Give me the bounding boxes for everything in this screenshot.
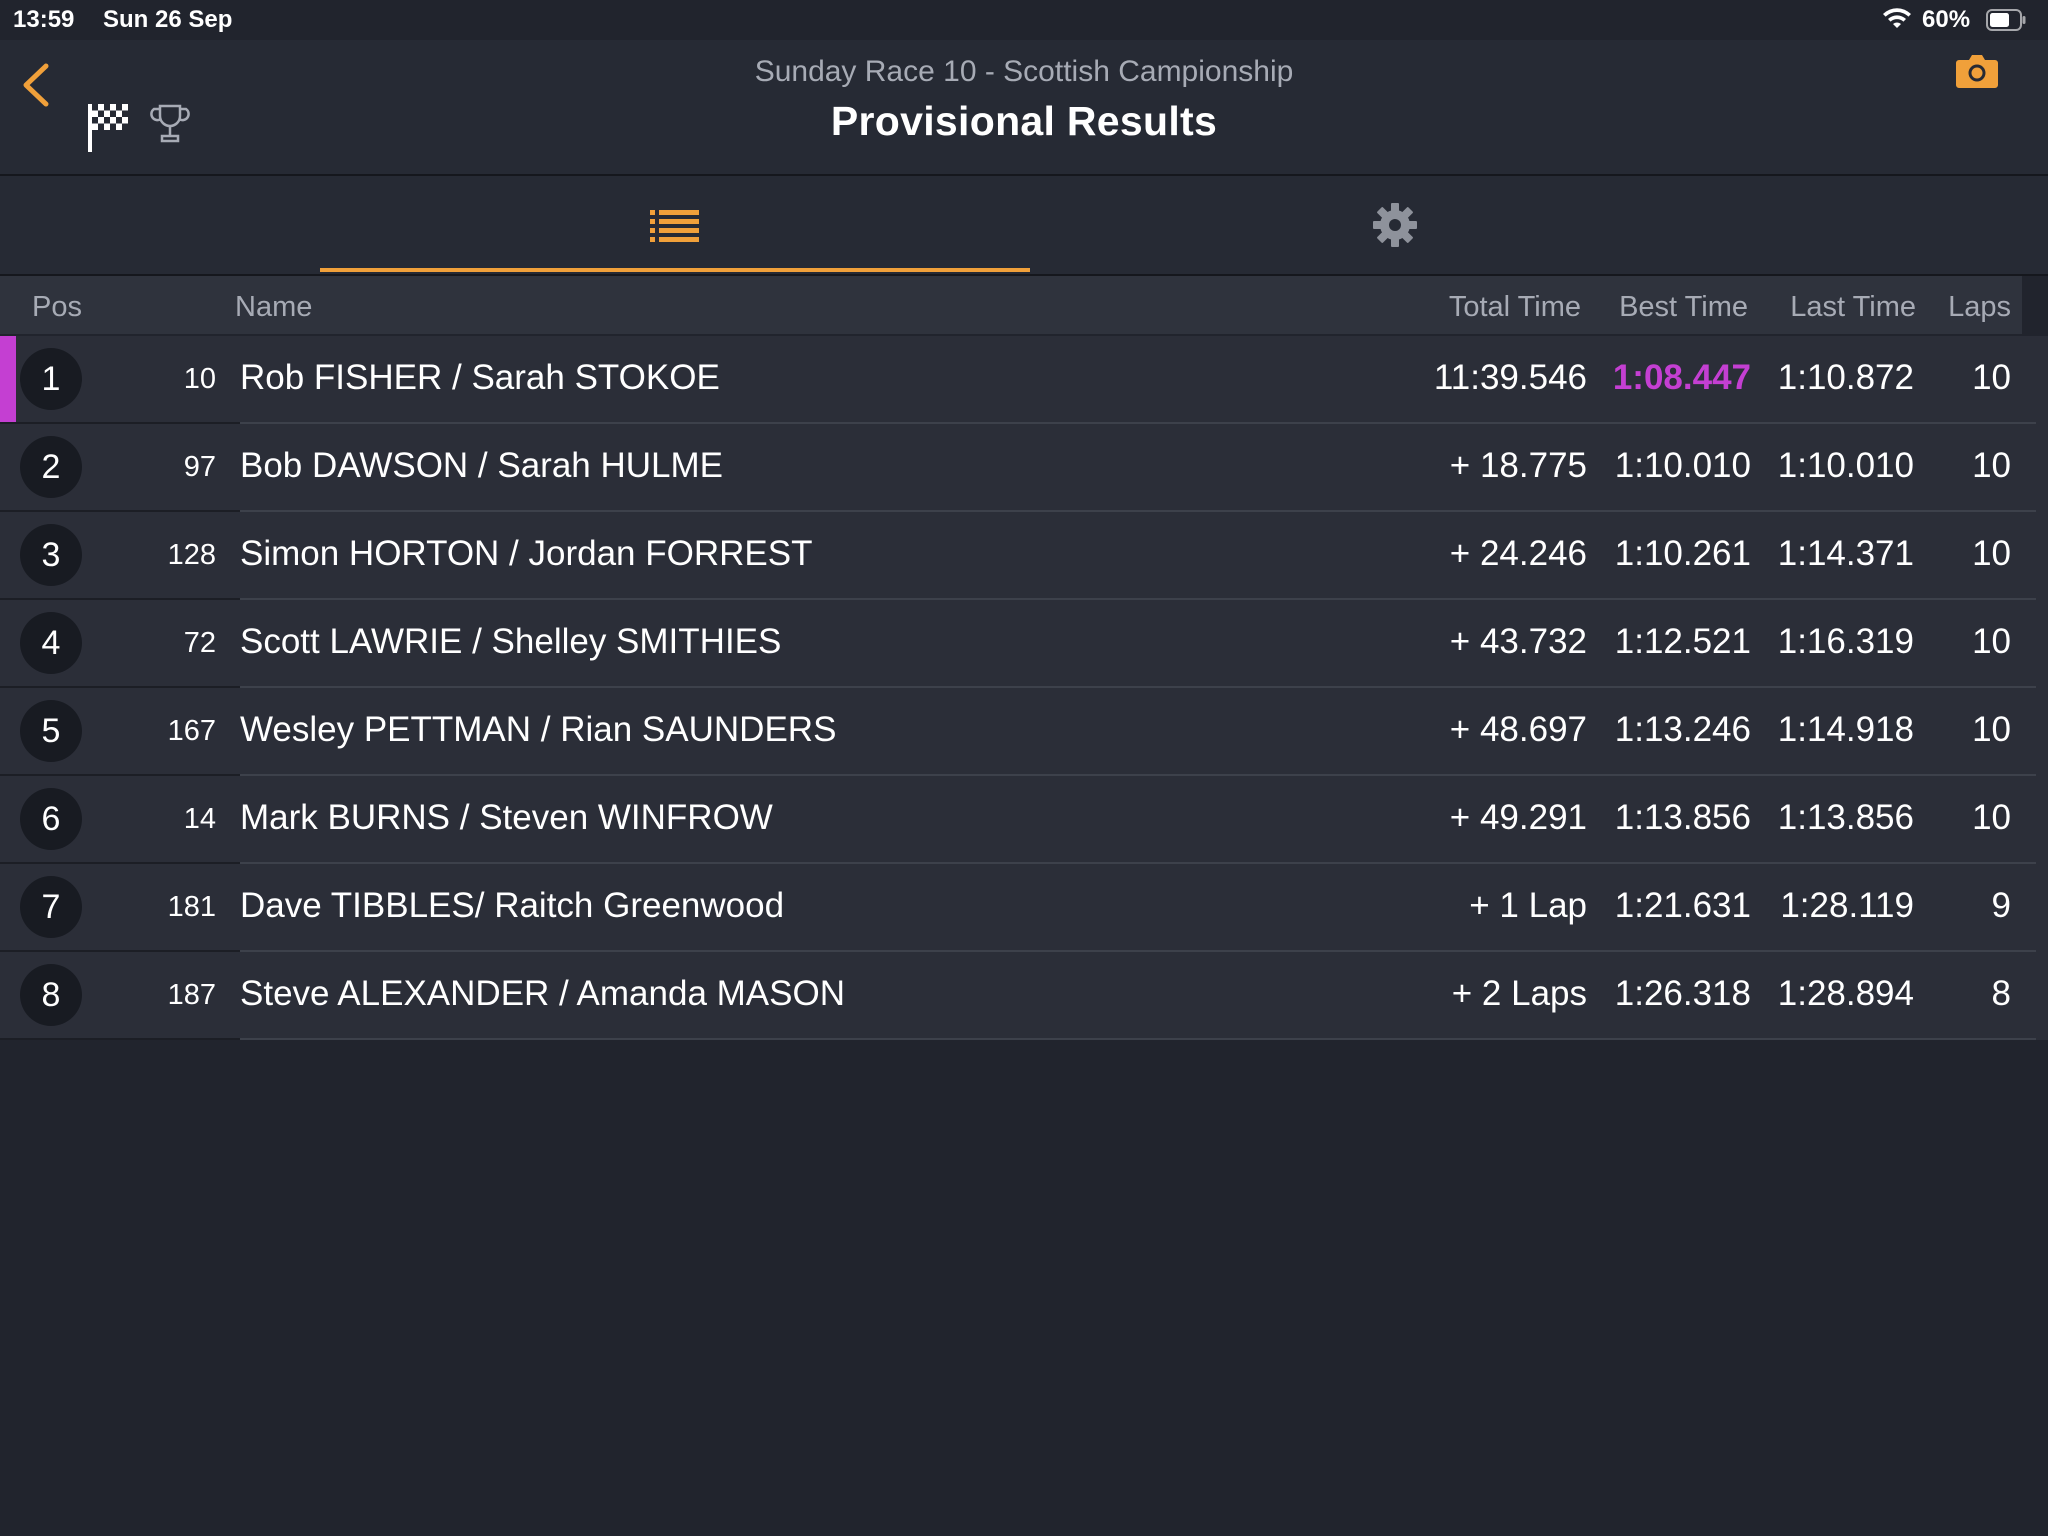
total-time: + 24.246 [1449,534,1587,573]
driver-names: Scott LAWRIE / Shelley SMITHIES [240,622,782,661]
position-badge: 8 [20,964,82,1026]
table-row[interactable]: 5 167 Wesley PETTMAN / Rian SAUNDERS + 4… [0,688,2048,776]
tab-bar [0,176,2048,276]
laps: 10 [1972,798,2011,837]
table-row[interactable]: 2 97 Bob DAWSON / Sarah HULME + 18.775 1… [0,424,2048,512]
row-divider [0,1038,240,1040]
row-divider [240,1038,2036,1040]
tab-settings[interactable] [1040,176,1750,274]
total-time: 11:39.546 [1433,358,1587,397]
driver-names: Simon HORTON / Jordan FORREST [240,534,813,573]
driver-names: Rob FISHER / Sarah STOKOE [240,358,720,397]
car-number: 14 [183,803,216,835]
best-time: 1:13.856 [1614,798,1751,837]
column-header-name[interactable]: Name [235,291,312,324]
position-badge: 2 [20,436,82,498]
laps: 10 [1972,710,2011,749]
header: Sunday Race 10 - Scottish Campionship Pr… [0,40,2048,176]
total-time: + 1 Lap [1469,886,1587,925]
position-badge: 6 [20,788,82,850]
laps: 8 [1991,974,2011,1013]
table-row[interactable]: 8 187 Steve ALEXANDER / Amanda MASON + 2… [0,952,2048,1040]
column-header-last-time[interactable]: Last Time [1790,291,1916,324]
driver-names: Mark BURNS / Steven WINFROW [240,798,773,837]
car-number: 72 [183,627,216,659]
column-header-total-time[interactable]: Total Time [1449,291,1581,324]
leader-indicator [0,336,16,424]
driver-names: Bob DAWSON / Sarah HULME [240,446,724,485]
car-number: 187 [167,979,216,1011]
total-time: + 2 Laps [1451,974,1587,1013]
list-icon [650,210,699,242]
total-time: + 49.291 [1449,798,1587,837]
best-time-fastest: 1:08.447 [1612,358,1751,397]
total-time: + 18.775 [1449,446,1587,485]
last-time: 1:14.918 [1777,710,1914,749]
table-row[interactable]: 3 128 Simon HORTON / Jordan FORREST + 24… [0,512,2048,600]
last-time: 1:14.371 [1777,534,1914,573]
car-number: 10 [183,363,216,395]
status-date: Sun 26 Sep [103,6,233,33]
active-tab-indicator [320,268,1030,272]
results-table: 1 10 Rob FISHER / Sarah STOKOE 11:39.546… [0,336,2048,1040]
laps: 10 [1972,358,2011,397]
column-header-laps[interactable]: Laps [1948,291,2011,324]
laps: 10 [1972,534,2011,573]
results-table-header: Pos Name Total Time Best Time Last Time … [0,276,2022,334]
driver-names: Dave TIBBLES/ Raitch Greenwood [240,886,785,925]
table-row[interactable]: 1 10 Rob FISHER / Sarah STOKOE 11:39.546… [0,336,2048,424]
last-time: 1:28.894 [1777,974,1914,1013]
laps: 10 [1972,446,2011,485]
position-badge: 5 [20,700,82,762]
last-time: 1:28.119 [1780,886,1914,925]
position-badge: 1 [20,348,82,410]
last-time: 1:13.856 [1777,798,1914,837]
status-bar: 13:59 Sun 26 Sep 60% [0,0,2048,40]
table-row[interactable]: 7 181 Dave TIBBLES/ Raitch Greenwood + 1… [0,864,2048,952]
best-time: 1:21.631 [1614,886,1751,925]
best-time: 1:12.521 [1614,622,1751,661]
last-time: 1:10.872 [1777,358,1914,397]
laps: 10 [1972,622,2011,661]
wifi-icon [1883,8,1911,28]
battery-percentage: 60% [1922,6,1971,33]
car-number: 167 [167,715,216,747]
table-row[interactable]: 4 72 Scott LAWRIE / Shelley SMITHIES + 4… [0,600,2048,688]
column-header-best-time[interactable]: Best Time [1619,291,1748,324]
position-badge: 4 [20,612,82,674]
car-number: 128 [167,539,216,571]
driver-names: Steve ALEXANDER / Amanda MASON [240,974,845,1013]
gear-icon [1373,203,1417,247]
last-time: 1:16.319 [1777,622,1914,661]
camera-icon[interactable] [1955,52,1999,90]
total-time: + 48.697 [1449,710,1587,749]
position-badge: 3 [20,524,82,586]
car-number: 181 [167,891,216,923]
driver-names: Wesley PETTMAN / Rian SAUNDERS [240,710,837,749]
battery-icon [1986,9,2026,31]
laps: 9 [1991,886,2011,925]
best-time: 1:13.246 [1614,710,1751,749]
page-title: Provisional Results [830,98,1218,144]
best-time: 1:26.318 [1614,974,1751,1013]
car-number: 97 [183,451,216,483]
race-subtitle: Sunday Race 10 - Scottish Campionship [754,55,1294,88]
total-time: + 43.732 [1449,622,1587,661]
last-time: 1:10.010 [1777,446,1914,485]
position-badge: 7 [20,876,82,938]
table-row[interactable]: 6 14 Mark BURNS / Steven WINFROW + 49.29… [0,776,2048,864]
tab-results-list[interactable] [320,176,1030,274]
best-time: 1:10.261 [1614,534,1751,573]
best-time: 1:10.010 [1614,446,1751,485]
status-time: 13:59 [13,6,75,33]
column-header-pos[interactable]: Pos [32,291,82,324]
